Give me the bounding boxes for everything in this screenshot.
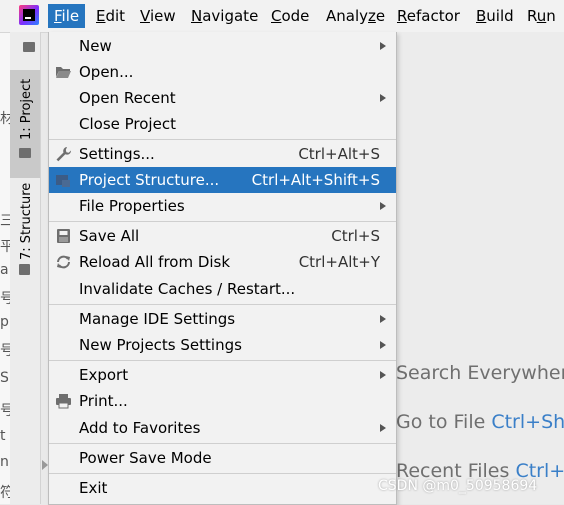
wrench-icon	[56, 147, 72, 162]
menu-item-save-all[interactable]: Save All Ctrl+S	[49, 223, 396, 249]
tool-tab-project[interactable]: 1: Project	[10, 70, 40, 178]
background-window-strip: 材 三 平 a 号 p 号 S 号 t n. 符	[0, 0, 10, 504]
submenu-arrow-icon	[380, 424, 386, 432]
tool-tab-structure-label: 7: Structure	[19, 182, 34, 260]
hint-search-everywhere: Search Everywhere	[396, 362, 564, 384]
tool-tab-project-label: 1: Project	[19, 78, 34, 140]
underlying-char: 号	[0, 403, 10, 419]
menu-item-open-recent[interactable]: Open Recent	[49, 85, 396, 111]
menu-navigate[interactable]: Navigate	[185, 4, 264, 28]
menu-view[interactable]: View	[134, 4, 182, 28]
menu-item-reload-all[interactable]: Reload All from Disk Ctrl+Alt+Y	[49, 249, 396, 275]
submenu-arrow-icon	[380, 371, 386, 379]
main-menubar: File Edit View Navigate Code Analyze Ref…	[0, 0, 564, 33]
underlying-char: S	[0, 370, 9, 386]
underlying-char: 材	[0, 111, 10, 127]
menu-separator	[49, 443, 396, 444]
structure-icon	[19, 264, 30, 275]
hint-go-to-file: Go to File Ctrl+Shi	[396, 411, 564, 433]
menu-build[interactable]: Build	[470, 4, 520, 28]
menu-code[interactable]: Code	[265, 4, 315, 28]
intellij-logo-icon	[19, 5, 39, 25]
menu-separator	[49, 360, 396, 361]
underlying-char: 三	[0, 213, 10, 229]
submenu-arrow-icon	[380, 315, 386, 323]
menu-separator	[49, 304, 396, 305]
tool-tab-structure[interactable]: 7: Structure	[10, 182, 40, 280]
project-folder-icon	[23, 42, 35, 52]
menu-run[interactable]: Run	[521, 4, 562, 28]
menu-item-new-projects-settings[interactable]: New Projects Settings	[49, 332, 396, 358]
underlying-char: t	[0, 428, 6, 444]
menu-analyze[interactable]: Analyze	[320, 4, 391, 28]
menu-item-add-to-favorites[interactable]: Add to Favorites	[49, 415, 396, 441]
menu-item-project-structure[interactable]: Project Structure... Ctrl+Alt+Shift+S	[49, 167, 396, 193]
menu-item-export[interactable]: Export	[49, 362, 396, 388]
menu-item-exit[interactable]: Exit	[49, 475, 396, 501]
menu-refactor[interactable]: Refactor	[391, 4, 466, 28]
underlying-char: 号	[0, 343, 10, 359]
submenu-arrow-icon	[380, 341, 386, 349]
menu-item-power-save-mode[interactable]: Power Save Mode	[49, 445, 396, 471]
menu-item-manage-ide-settings[interactable]: Manage IDE Settings	[49, 306, 396, 332]
submenu-arrow-icon	[380, 94, 386, 102]
editor-empty-area: Search Everywhere Go to File Ctrl+Shi Re…	[396, 32, 564, 504]
underlying-char: p	[0, 314, 9, 330]
menu-file[interactable]: File	[48, 4, 86, 28]
project-structure-icon	[56, 175, 70, 187]
menu-item-close-project[interactable]: Close Project	[49, 111, 396, 137]
save-icon	[57, 229, 70, 243]
open-folder-icon	[56, 67, 71, 78]
menu-item-invalidate-caches[interactable]: Invalidate Caches / Restart...	[49, 276, 396, 302]
reload-icon	[57, 255, 70, 269]
submenu-arrow-icon	[380, 42, 386, 50]
menu-separator	[49, 221, 396, 222]
menu-item-open[interactable]: Open...	[49, 59, 396, 85]
underlying-char: 平	[0, 239, 10, 255]
menu-edit[interactable]: Edit	[90, 4, 131, 28]
menu-separator	[49, 139, 396, 140]
underlying-char: n.	[0, 454, 10, 470]
menu-item-settings[interactable]: Settings... Ctrl+Alt+S	[49, 141, 396, 167]
folder-icon	[19, 148, 31, 158]
menu-item-file-properties[interactable]: File Properties	[49, 193, 396, 219]
menu-item-print[interactable]: Print...	[49, 388, 396, 414]
menu-separator	[49, 473, 396, 474]
watermark: CSDN @m0_50958694	[378, 478, 538, 494]
underlying-char: 符	[0, 485, 10, 501]
file-menu-dropdown: New Open... Open Recent Close Project Se…	[48, 32, 397, 505]
underlying-char: 号	[0, 291, 10, 307]
printer-icon	[56, 394, 71, 409]
underlying-char: a	[0, 262, 9, 278]
submenu-arrow-icon	[380, 202, 386, 210]
menu-item-new[interactable]: New	[49, 33, 396, 59]
